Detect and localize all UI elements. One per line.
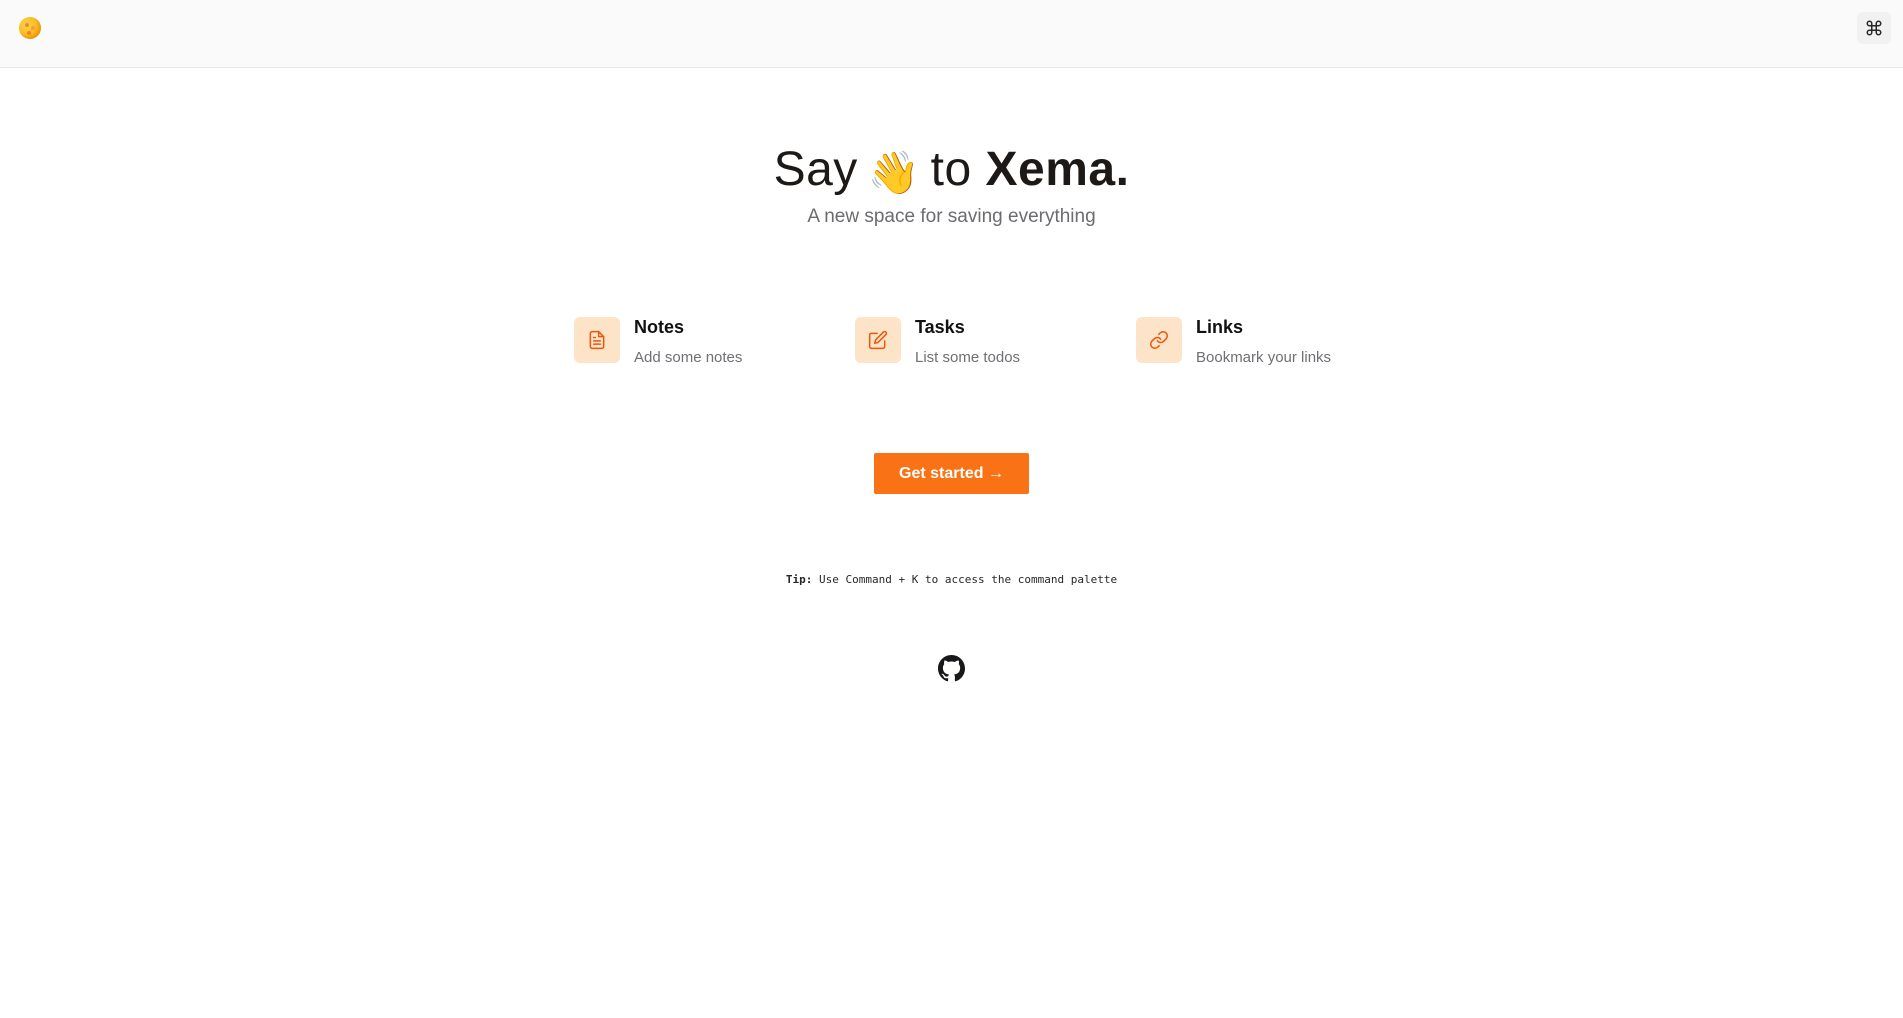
feature-tasks[interactable]: Tasks List some todos [855, 317, 1095, 377]
github-link[interactable] [938, 655, 965, 682]
edit-icon [868, 330, 888, 350]
github-icon [938, 655, 965, 682]
feature-description: Add some notes [634, 349, 743, 366]
title-prefix: Say [773, 143, 858, 196]
hero-subtitle: A new space for saving everything [807, 206, 1096, 227]
feature-icon-box [574, 317, 620, 363]
title-mid: to [930, 143, 972, 196]
feature-title: Links [1196, 317, 1244, 337]
tip-message: Use Command + K to access the command pa… [819, 573, 1118, 586]
feature-description: List some todos [915, 349, 1021, 366]
tip-text: Tip: Use Command + K to access the comma… [0, 573, 1903, 586]
feature-icon-box [855, 317, 901, 363]
feature-title: Tasks [915, 317, 965, 337]
command-palette-button[interactable] [1857, 12, 1891, 44]
hero-title: Say 👋 to Xema. [0, 138, 1903, 205]
feature-title: Notes [634, 317, 685, 337]
features-list: Notes Add some notes Tasks List some tod… [574, 317, 1374, 377]
brand-name: Xema. [985, 143, 1130, 196]
feature-links[interactable]: Links Bookmark your links [1136, 317, 1376, 377]
top-bar [0, 0, 1903, 68]
feature-icon-box [1136, 317, 1182, 363]
feature-description: Bookmark your links [1196, 349, 1332, 366]
command-key-icon [1866, 20, 1882, 36]
tip-label: Tip: [785, 573, 813, 586]
link-icon [1149, 330, 1169, 350]
cookie-logo-icon[interactable] [19, 17, 41, 39]
feature-notes[interactable]: Notes Add some notes [574, 317, 814, 377]
waving-hand-icon: 👋 [867, 149, 921, 196]
document-icon [589, 330, 605, 350]
get-started-button[interactable]: Get started → [874, 453, 1029, 494]
